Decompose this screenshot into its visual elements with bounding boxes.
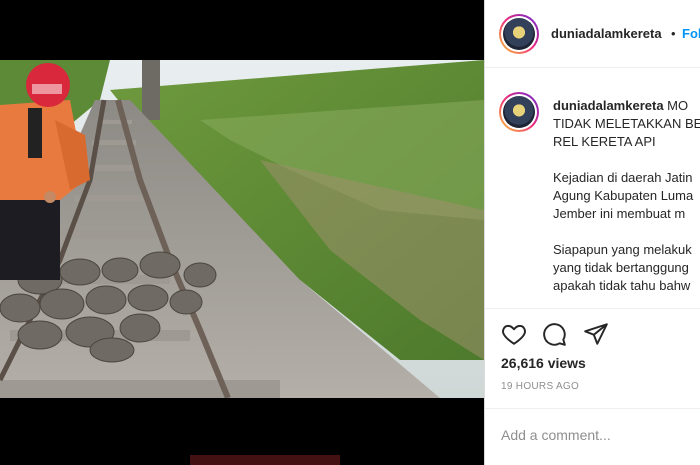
caption-line-11: apakah tidak tahu bahw xyxy=(553,278,691,293)
caption-line-5: Kejadian di daerah Jatin xyxy=(553,170,693,185)
caption-line-1: MO xyxy=(667,98,689,113)
post-caption: duniadalamkereta MO TIDAK MELETAKKAN BE … xyxy=(485,72,700,308)
follow-button[interactable]: Follow xyxy=(682,26,700,41)
caption-line-2: TIDAK MELETAKKAN BE xyxy=(553,116,700,131)
caption-line-10: yang tidak bertanggung xyxy=(553,260,689,275)
railway-scene xyxy=(0,60,484,398)
video-frame[interactable] xyxy=(0,60,484,398)
caption-line-9: Siapapun yang melakuk xyxy=(553,242,692,257)
caption-line-7: Jember ini membuat m xyxy=(553,206,686,221)
caption-username[interactable]: duniadalamkereta xyxy=(553,98,664,113)
post-sidebar: duniadalamkereta • Follow duniadalamkere… xyxy=(484,0,700,465)
heart-icon[interactable] xyxy=(501,321,527,347)
comment-box[interactable]: Add a comment... xyxy=(485,408,700,465)
caption-body: duniadalamkereta MO TIDAK MELETAKKAN BE … xyxy=(553,97,700,295)
view-count[interactable]: 26,616 views xyxy=(501,355,586,371)
header-separator: • xyxy=(671,26,676,41)
profile-avatar[interactable] xyxy=(499,14,539,54)
caption-avatar[interactable] xyxy=(499,92,539,132)
comment-icon[interactable] xyxy=(541,321,567,347)
caption-line-6: Agung Kabupaten Luma xyxy=(553,188,694,203)
post-actions: 26,616 views 19 HOURS AGO xyxy=(485,308,700,408)
video-player[interactable] xyxy=(0,0,484,465)
header-username[interactable]: duniadalamkereta xyxy=(551,26,662,41)
post-timestamp[interactable]: 19 HOURS AGO xyxy=(501,381,579,392)
video-subtitle-strip xyxy=(190,455,340,465)
caption-line-3: REL KERETA API xyxy=(553,134,656,149)
paper-plane-icon[interactable] xyxy=(583,321,609,347)
post-header: duniadalamkereta • Follow xyxy=(485,0,700,68)
comment-input[interactable]: Add a comment... xyxy=(501,427,611,443)
